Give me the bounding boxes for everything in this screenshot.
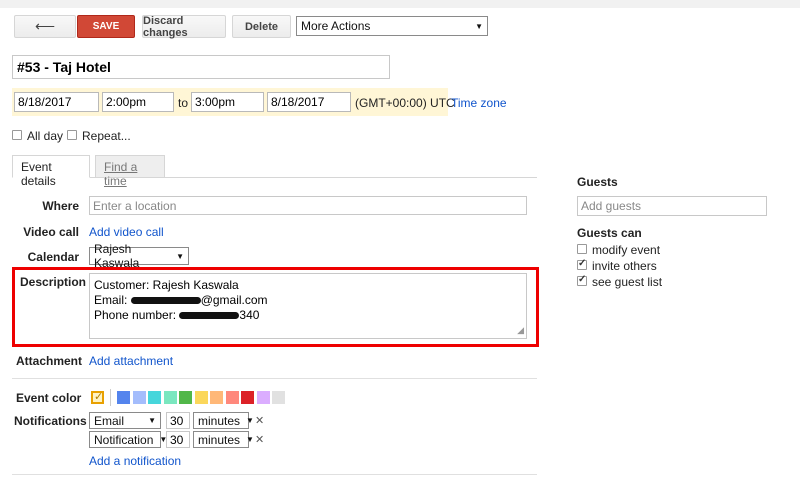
- add-video-call-link[interactable]: Add video call: [89, 225, 164, 239]
- all-day-checkbox[interactable]: [12, 130, 22, 140]
- chevron-down-icon: ▼: [246, 435, 254, 444]
- more-actions-dropdown[interactable]: More Actions ▼: [296, 16, 488, 36]
- guests-can-title: Guests can: [577, 226, 642, 240]
- color-swatch[interactable]: [225, 391, 239, 404]
- color-swatch[interactable]: [272, 391, 285, 404]
- chevron-down-icon: ▼: [148, 416, 156, 425]
- where-input[interactable]: Enter a location: [89, 196, 527, 215]
- description-line-phone: Phone number: 340: [94, 308, 522, 323]
- email-suffix: @gmail.com: [200, 293, 268, 307]
- start-time-input[interactable]: 2:00pm: [102, 92, 174, 112]
- notification-2-type: Notification: [94, 432, 154, 447]
- resize-handle-icon[interactable]: ◢: [517, 323, 524, 338]
- color-swatch[interactable]: [117, 391, 130, 404]
- color-swatch-default[interactable]: [91, 390, 104, 404]
- notification-2-value-input[interactable]: 30: [166, 431, 190, 448]
- add-notification-link[interactable]: Add a notification: [89, 454, 181, 468]
- redaction-mark: [130, 297, 201, 305]
- timezone-link[interactable]: Time zone: [451, 96, 507, 110]
- all-day-label: All day: [27, 129, 64, 143]
- tabs-divider: [12, 177, 537, 178]
- section-divider: [12, 378, 537, 379]
- back-arrow-icon: ⟵: [34, 18, 56, 34]
- tab-find-a-time[interactable]: Find a time: [95, 155, 165, 188]
- section-divider: [12, 474, 537, 475]
- notification-2-unit: minutes: [198, 432, 241, 447]
- chevron-down-icon: ▼: [475, 21, 483, 31]
- back-button[interactable]: ⟵: [14, 15, 76, 38]
- notification-1-type-select[interactable]: Email ▼: [89, 412, 161, 429]
- color-swatch[interactable]: [163, 391, 177, 404]
- end-time-input[interactable]: 3:00pm: [191, 92, 264, 112]
- notification-1-value-input[interactable]: 30: [166, 412, 190, 429]
- invite-others-checkbox[interactable]: [577, 258, 587, 270]
- attachment-label: Attachment: [16, 354, 83, 368]
- invite-others-label: invite others: [592, 259, 657, 273]
- color-swatch[interactable]: [210, 391, 223, 404]
- color-swatch[interactable]: [256, 391, 270, 404]
- chevron-down-icon: ▼: [176, 251, 184, 261]
- end-date-input[interactable]: 8/18/2017: [267, 92, 351, 112]
- modify-event-checkbox[interactable]: [577, 244, 587, 254]
- color-swatch[interactable]: [148, 391, 161, 404]
- color-swatch[interactable]: [241, 391, 254, 404]
- save-button[interactable]: SAVE: [77, 15, 135, 38]
- to-label: to: [178, 96, 189, 110]
- where-placeholder: Enter a location: [93, 199, 177, 213]
- email-prefix: Email:: [94, 293, 128, 307]
- event-color-label: Event color: [16, 391, 82, 405]
- remove-notification-1-icon[interactable]: ✕: [255, 414, 264, 427]
- notifications-label: Notifications: [14, 414, 87, 428]
- event-title-input[interactable]: #53 - Taj Hotel: [12, 55, 390, 79]
- calendar-label: Calendar: [27, 250, 79, 264]
- notification-1-type: Email: [94, 413, 125, 428]
- video-call-label: Video call: [23, 225, 79, 239]
- remove-notification-2-icon[interactable]: ✕: [255, 433, 264, 446]
- color-separator: [110, 389, 111, 406]
- notification-2-type-select[interactable]: Notification ▼: [89, 431, 167, 448]
- discard-changes-button[interactable]: Discard changes: [142, 15, 226, 39]
- add-guests-placeholder: Add guests: [581, 199, 642, 213]
- add-guests-input[interactable]: Add guests: [577, 196, 767, 216]
- delete-button[interactable]: Delete: [232, 15, 291, 38]
- more-actions-label: More Actions: [301, 19, 371, 33]
- description-line-email: Email: @gmail.com: [94, 293, 522, 308]
- chevron-down-icon: ▼: [246, 416, 254, 425]
- top-strip: [0, 0, 800, 8]
- tab-event-details[interactable]: Event details: [12, 155, 90, 188]
- description-textarea[interactable]: Customer: Rajesh Kaswala Email: @gmail.c…: [89, 273, 527, 339]
- notification-1-unit-select[interactable]: minutes ▼: [193, 412, 254, 429]
- start-date-input[interactable]: 8/18/2017: [14, 92, 99, 112]
- timezone-label: (GMT+00:00) UTC: [355, 96, 455, 110]
- phone-suffix: 340: [239, 308, 260, 322]
- where-label: Where: [42, 199, 79, 213]
- calendar-select[interactable]: Rajesh Kaswala ▼: [89, 242, 189, 270]
- guests-title: Guests: [577, 175, 618, 189]
- modify-event-label: modify event: [592, 243, 661, 257]
- see-guest-list-checkbox[interactable]: [577, 274, 587, 286]
- color-swatch[interactable]: [179, 391, 192, 404]
- notification-2-unit-select[interactable]: minutes ▼: [193, 431, 254, 448]
- description-label: Description: [20, 275, 87, 289]
- see-guest-list-label: see guest list: [592, 275, 663, 289]
- repeat-label: Repeat...: [82, 129, 131, 143]
- add-attachment-link[interactable]: Add attachment: [89, 354, 173, 368]
- redaction-mark: [179, 312, 240, 320]
- color-swatch[interactable]: [194, 391, 208, 404]
- calendar-value: Rajesh Kaswala: [94, 242, 140, 270]
- phone-prefix: Phone number:: [94, 308, 177, 322]
- description-line-customer: Customer: Rajesh Kaswala: [94, 278, 239, 292]
- color-swatch[interactable]: [132, 391, 146, 404]
- repeat-checkbox[interactable]: [67, 130, 77, 140]
- notification-1-unit: minutes: [198, 413, 241, 428]
